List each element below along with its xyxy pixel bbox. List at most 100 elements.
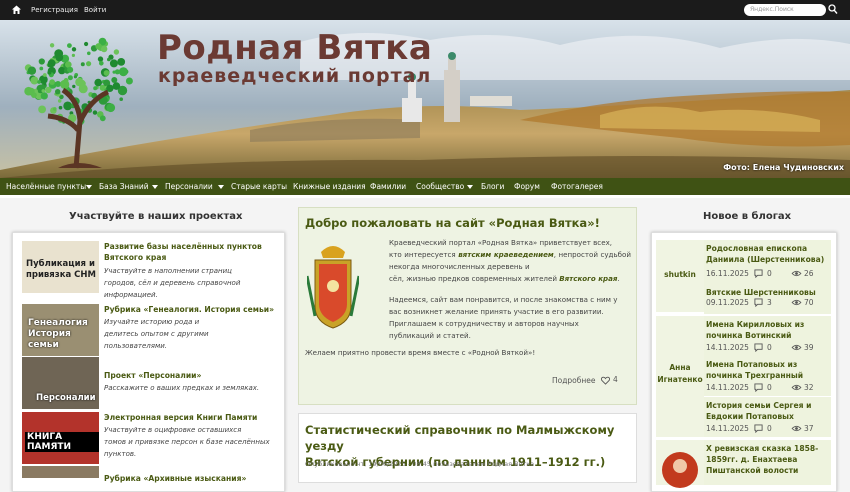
post-title-line[interactable]: починка Вотинский: [706, 331, 791, 340]
nav-photogallery[interactable]: Фотогалерея: [551, 182, 603, 191]
login-link[interactable]: Войти: [84, 6, 106, 14]
logo-leaf-dot: [42, 73, 47, 77]
eye-icon: [791, 425, 802, 432]
logo-leaf-dot: [57, 99, 62, 103]
author-name[interactable]: Анна Игнатенко: [656, 362, 704, 386]
project-thumbnail[interactable]: Публикация и привязка СНМ: [22, 241, 99, 293]
project-desc-line: томов и привязке персон к базе населённы…: [104, 438, 270, 446]
search-input[interactable]: Яндекс.Поиск: [744, 4, 826, 16]
post-title-line[interactable]: Пиштанской волости: [706, 466, 798, 475]
read-more-link[interactable]: Подробнее: [552, 376, 596, 385]
post-title[interactable]: Х ревизская сказка 1858- 1859гг. д. Енахт…: [706, 443, 828, 476]
avatar[interactable]: [662, 452, 698, 488]
logo-leaf-dot: [109, 59, 118, 68]
logo-leaf-dot: [86, 61, 92, 67]
project-title[interactable]: Рубрика «Архивные изыскания»: [104, 473, 282, 484]
post-title-line[interactable]: История семьи Сергея и: [706, 401, 812, 410]
post-title-line[interactable]: 1859гг. д. Енахтаева: [706, 455, 797, 464]
post-title-line[interactable]: Имена Потаповых из: [706, 360, 797, 369]
nav-settlements[interactable]: Населённые пункты: [6, 182, 86, 191]
logo-leaf-dot: [118, 67, 128, 77]
nav-persons[interactable]: Персоналии: [165, 182, 213, 191]
nav-surnames[interactable]: Фамилии: [370, 182, 406, 191]
site-subtitle: краеведческий портал: [158, 65, 432, 87]
logo-leaf-dot: [38, 105, 46, 114]
logo-leaf-dot: [92, 110, 98, 115]
chevron-down-icon[interactable]: [467, 185, 473, 189]
logo-leaf-dot: [117, 58, 126, 66]
search-icon[interactable]: [828, 4, 838, 15]
blog-post-item[interactable]: Имена Потаповых из починка Трехгранный 14…: [704, 356, 831, 396]
post-date: 14.11.2025: [706, 424, 749, 433]
blog-post-item[interactable]: Вятские Шерстенниковы 09.11.2025 3 70: [704, 284, 831, 314]
logo-leaf-dot: [67, 43, 72, 48]
logo-leaf-dot: [40, 92, 48, 100]
nav-blogs[interactable]: Блоги: [481, 182, 504, 191]
chevron-down-icon[interactable]: [152, 185, 158, 189]
logo-leaf-dot: [67, 75, 73, 81]
nav-books[interactable]: Книжные издания: [293, 182, 366, 191]
logo-leaf-dot: [119, 97, 123, 101]
welcome-text-line: Краеведческий портал «Родная Вятка» прив…: [389, 238, 613, 247]
post-title-line[interactable]: Родословная епископа: [706, 244, 807, 253]
logo-leaf-dot: [49, 43, 55, 48]
post-title[interactable]: История семьи Сергея и Евдокии Потаповых: [706, 400, 828, 422]
project-title[interactable]: Рубрика «Генеалогия. История семьи»: [104, 304, 282, 315]
post-title[interactable]: Имена Потаповых из починка Трехгранный: [706, 359, 828, 381]
logo-leaf-dot: [71, 53, 75, 57]
project-title[interactable]: Электронная версия Книги Памяти: [104, 412, 282, 423]
post-date: 16.11.2025: [706, 269, 749, 278]
blog-author-avatar[interactable]: [656, 440, 704, 488]
logo-leaf-dot: [30, 76, 39, 85]
post-title[interactable]: Вятские Шерстенниковы: [706, 287, 828, 298]
project-thumbnail[interactable]: [22, 466, 99, 478]
logo-leaf-dot: [125, 77, 133, 85]
blog-post-item[interactable]: Имена Кирилловых из починка Вотинский 14.…: [704, 316, 831, 356]
post-date: 14.11.2025: [706, 383, 749, 392]
comment-count: 0: [767, 424, 772, 433]
chevron-down-icon[interactable]: [86, 185, 92, 189]
eye-icon: [791, 270, 802, 277]
project-desc-line: городов, сёл и деревень справочной: [104, 279, 241, 287]
project-thumbnail[interactable]: КНИГА ПАМЯТИ: [22, 412, 99, 464]
blog-post-item[interactable]: Х ревизская сказка 1858- 1859гг. д. Енахт…: [704, 440, 831, 485]
blog-post-item[interactable]: История семьи Сергея и Евдокии Потаповых …: [704, 397, 831, 437]
view-count: 37: [804, 424, 814, 433]
comment-count: 3: [767, 298, 772, 307]
thumbnail-caption: Генеалогия История семьи: [28, 318, 88, 350]
blog-author[interactable]: Анна Игнатенко: [656, 316, 704, 437]
post-title-line[interactable]: Даниила (Шерстенникова): [706, 255, 824, 264]
welcome-closing: Желаем приятно провести время вместе с «…: [305, 348, 536, 357]
heart-icon[interactable]: [601, 376, 610, 385]
post-title-line[interactable]: Имена Кирилловых из: [706, 320, 804, 329]
welcome-emphasis: вятским краеведением: [458, 250, 554, 259]
coat-of-arms-image: [307, 246, 359, 329]
register-link[interactable]: Регистрация: [31, 6, 78, 14]
project-title[interactable]: Проект «Персоналии»: [104, 370, 282, 381]
logo-leaf-dot: [67, 66, 74, 73]
blog-author[interactable]: shutkin: [656, 240, 704, 312]
post-title[interactable]: Имена Кирилловых из починка Вотинский: [706, 319, 828, 341]
post-title[interactable]: Родословная епископа Даниила (Шерстеннико…: [706, 243, 828, 265]
logo-leaf-dot: [27, 66, 37, 75]
home-icon[interactable]: [11, 4, 22, 15]
nav-knowledge-base[interactable]: База Знаний: [99, 182, 149, 191]
nav-community[interactable]: Сообщество: [416, 182, 464, 191]
project-thumbnail[interactable]: Генеалогия История семьи: [22, 304, 99, 356]
view-count: 70: [804, 298, 814, 307]
project-title[interactable]: Развитие базы населённых пунктов Вятског…: [104, 241, 282, 263]
nav-forum[interactable]: Форум: [514, 182, 540, 191]
post-title-line[interactable]: Евдокии Потаповых: [706, 412, 794, 421]
logo-leaf-dot: [107, 57, 111, 62]
article-title-line[interactable]: Статистический справочник по Малмыжскому…: [305, 423, 614, 453]
post-title-line[interactable]: починка Трехгранный: [706, 371, 803, 380]
blog-post-item[interactable]: Родословная епископа Даниила (Шерстеннико…: [704, 240, 831, 284]
post-title-line[interactable]: Х ревизская сказка 1858-: [706, 444, 818, 453]
logo-leaf-dot: [99, 61, 104, 66]
author-name[interactable]: shutkin: [656, 270, 704, 279]
logo-leaf-dot: [80, 62, 85, 67]
chevron-down-icon[interactable]: [218, 185, 224, 189]
logo-leaf-dot: [47, 62, 53, 68]
project-thumbnail[interactable]: Персоналии: [22, 357, 99, 409]
nav-old-maps[interactable]: Старые карты: [231, 182, 287, 191]
